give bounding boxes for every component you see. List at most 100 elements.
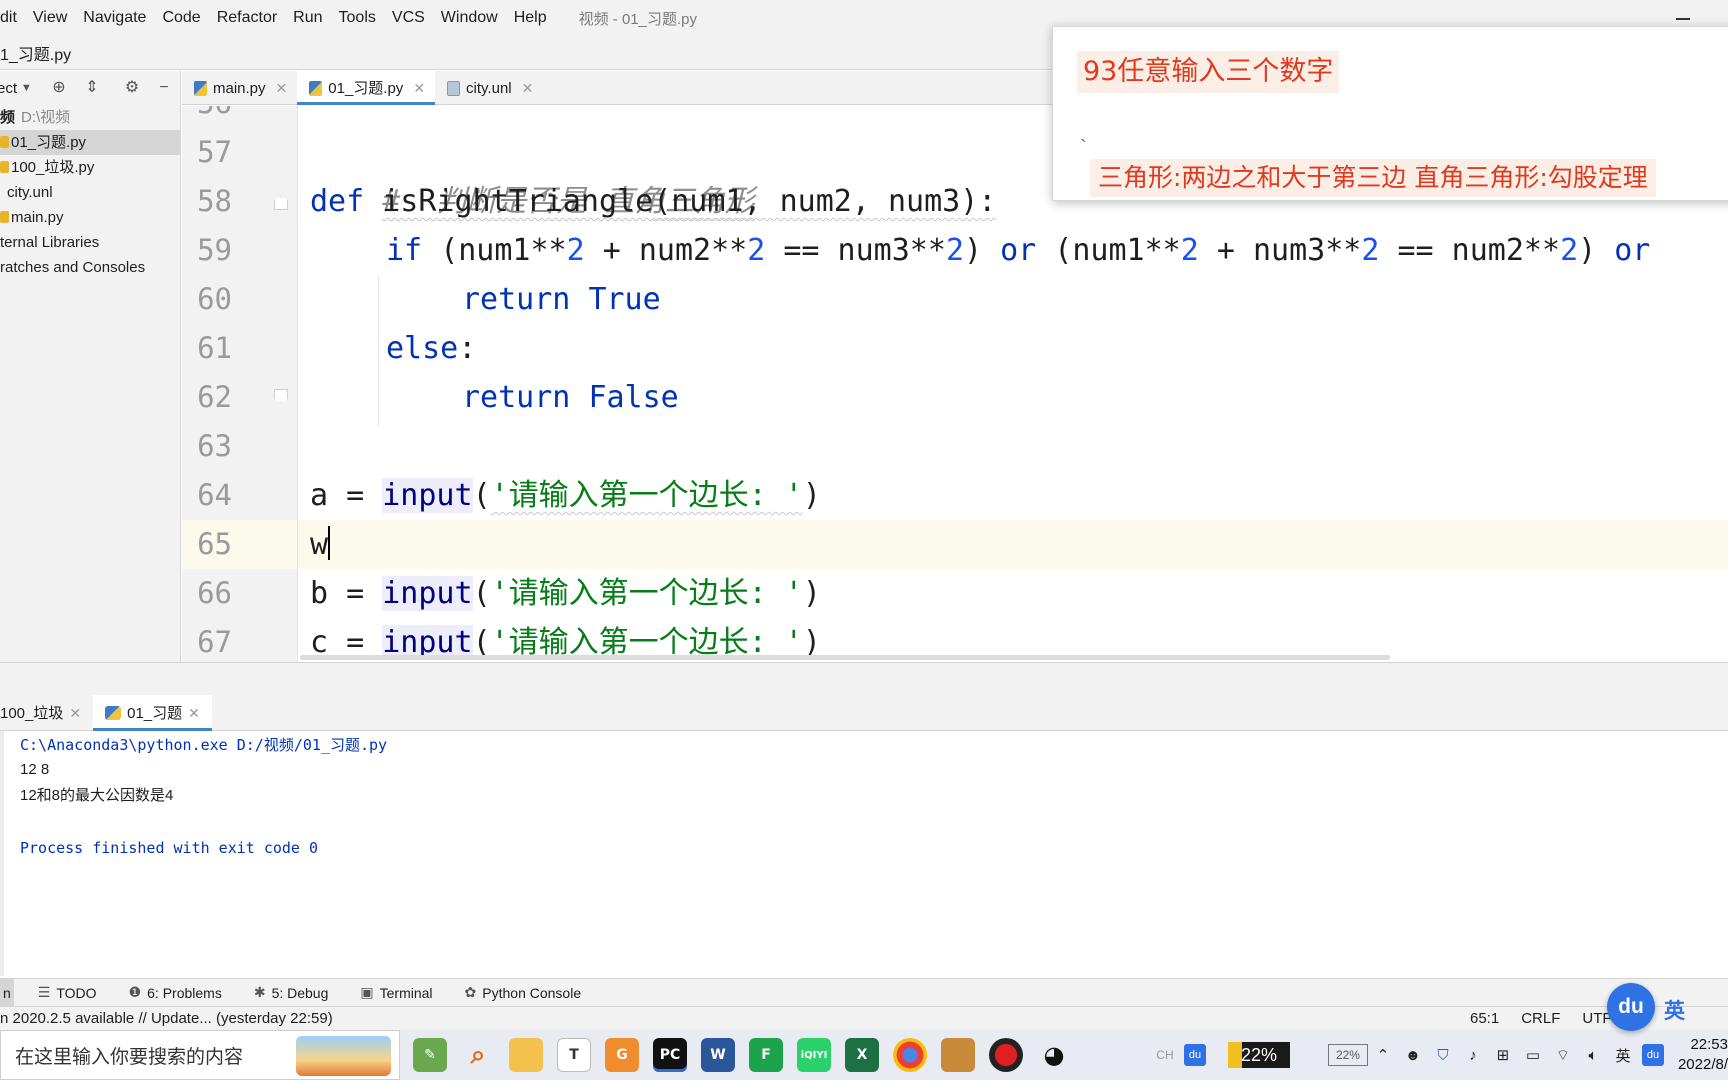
close-icon[interactable]: ✕	[188, 696, 200, 731]
record-app-icon[interactable]	[989, 1038, 1023, 1072]
word-app-icon[interactable]: W	[701, 1038, 735, 1072]
close-icon[interactable]: ✕	[522, 72, 534, 105]
code-text: :	[458, 331, 477, 366]
window-title: 视频 - 01_习题.py	[578, 10, 697, 28]
close-icon[interactable]: ✕	[276, 72, 288, 105]
project-view-selector[interactable]: ect	[0, 80, 17, 97]
chrome-app-icon[interactable]	[893, 1038, 927, 1072]
update-notification[interactable]: n 2020.2.5 available // Update... (yeste…	[0, 1007, 333, 1031]
code-text: )	[964, 233, 1001, 268]
battery-small-indicator[interactable]: 22%	[1327, 1044, 1368, 1066]
clock[interactable]: 22:53 2022/8/	[1678, 1035, 1728, 1075]
code-text: (	[472, 478, 491, 513]
menu-code[interactable]: Code	[154, 0, 208, 36]
microphone-icon[interactable]: ♪	[1462, 1044, 1484, 1066]
file-explorer-icon[interactable]	[509, 1038, 543, 1072]
tool-window-label: Terminal	[379, 984, 433, 1001]
code-builtin: input	[382, 576, 473, 611]
tool-window-terminal[interactable]: ▣ Terminal	[360, 984, 432, 1001]
battery-icon[interactable]: ▭	[1522, 1044, 1544, 1066]
iqiyi-app-icon[interactable]: iQIYI	[797, 1038, 831, 1072]
code-line-57: # 判断是否是 直角三角形	[310, 128, 754, 219]
run-console[interactable]: C:\Anaconda3\python.exe D:/视频/01_习题.py 1…	[0, 731, 1728, 976]
menu-view[interactable]: View	[25, 0, 75, 36]
console-command-line: C:\Anaconda3\python.exe D:/视频/01_习题.py	[20, 736, 388, 754]
line-number: 57	[197, 135, 232, 169]
menu-edit[interactable]: dit	[0, 0, 25, 36]
network-app-icon[interactable]: ⊞	[1492, 1044, 1514, 1066]
tool-window-todo[interactable]: ☰ TODO	[38, 984, 97, 1001]
tool-window-run[interactable]: n	[0, 978, 14, 1007]
wifi-icon[interactable]: ⌔	[1552, 1044, 1574, 1066]
pycharm-app-icon[interactable]: PC	[653, 1038, 687, 1072]
hide-icon[interactable]: −	[155, 79, 173, 97]
du-tray-icon[interactable]: du	[1183, 1044, 1206, 1066]
app-tray-icon[interactable]: ☻	[1402, 1044, 1424, 1066]
caret-position[interactable]: 65:1	[1470, 1007, 1499, 1031]
menu-tools[interactable]: Tools	[331, 0, 384, 36]
pdf-app-icon[interactable]: G	[605, 1038, 639, 1072]
menu-navigate[interactable]: Navigate	[75, 0, 154, 36]
tab-main-py[interactable]: main.py ✕	[182, 71, 297, 105]
menu-vcs[interactable]: VCS	[384, 0, 433, 36]
chevron-down-icon[interactable]: ▼	[21, 82, 32, 94]
tree-item-file[interactable]: 100_垃圾.py	[0, 155, 180, 180]
tab-01-xiti-py[interactable]: 01_习题.py ✕	[297, 71, 436, 105]
code-line-66: b = input('请输入第一个边长: ')	[310, 569, 821, 618]
run-tab-100-laji[interactable]: 100_垃圾 ✕	[0, 695, 93, 731]
tree-item-file[interactable]: city.unl	[0, 180, 180, 205]
menu-run[interactable]: Run	[285, 0, 330, 36]
code-line-58: def isRightTriangle(num1, num2, num3):	[310, 177, 996, 226]
volume-icon[interactable]: 🔈︎	[1582, 1044, 1604, 1066]
fold-marker-icon[interactable]	[274, 196, 288, 210]
close-icon[interactable]: ✕	[413, 72, 425, 105]
tree-item-file[interactable]: main.py	[0, 205, 180, 230]
chevron-up-icon[interactable]: ⌃	[1372, 1044, 1394, 1066]
taskbar-search-box[interactable]: 在这里输入你要搜索的内容	[0, 1030, 400, 1080]
close-icon[interactable]: ✕	[69, 696, 81, 731]
code-line-60: return True	[462, 275, 661, 324]
menu-window[interactable]: Window	[433, 0, 506, 36]
text-app-icon[interactable]: T	[557, 1038, 591, 1072]
tool-window-debug[interactable]: ✱ 5: Debug	[254, 984, 329, 1001]
ime-english-indicator[interactable]: 英	[1664, 995, 1685, 1025]
line-separator[interactable]: CRLF	[1521, 1007, 1560, 1031]
tree-item-external-libraries[interactable]: ternal Libraries	[0, 230, 180, 255]
problems-icon: ❶	[128, 984, 142, 1000]
tool-window-python-console[interactable]: ✿ Python Console	[465, 984, 582, 1001]
horizontal-scrollbar[interactable]	[300, 655, 1390, 660]
minimize-button[interactable]	[1676, 6, 1690, 26]
clock-date: 2022/8/	[1677, 1056, 1728, 1073]
code-keyword: return	[462, 282, 571, 317]
book-app-icon[interactable]	[941, 1038, 975, 1072]
tree-item-file[interactable]: 01_习题.py	[0, 130, 180, 155]
fold-marker-icon[interactable]	[274, 389, 288, 403]
panel-splitter[interactable]	[0, 662, 1728, 695]
tree-item-project-root[interactable]: 频 D:\视频	[0, 105, 180, 130]
ime-label[interactable]: CH	[1154, 1044, 1176, 1066]
qq-app-icon[interactable]: ◕	[1037, 1038, 1071, 1072]
du-tray-icon-2[interactable]: du	[1641, 1044, 1664, 1066]
menu-help[interactable]: Help	[506, 0, 555, 36]
tab-label: city.unl	[466, 79, 512, 97]
system-tray: CH du 22% 22% ⌃ ☻ ⛉ ♪ ⊞ ▭ ⌔ 🔈︎ 英 du 22:5…	[1150, 1030, 1728, 1080]
excel-app-icon[interactable]: X	[845, 1038, 879, 1072]
locate-icon[interactable]: ⊕	[50, 79, 68, 97]
ime-mode-indicator[interactable]: 英	[1612, 1044, 1634, 1066]
du-floating-button[interactable]: du	[1607, 983, 1655, 1031]
f-app-icon[interactable]: F	[749, 1038, 783, 1072]
tree-item-scratches[interactable]: ratches and Consoles	[0, 255, 180, 280]
python-file-icon	[0, 211, 9, 223]
search-app-icon[interactable]: ⌕	[461, 1038, 495, 1072]
battery-indicator[interactable]: 22%	[1227, 1042, 1290, 1068]
menu-refactor[interactable]: Refactor	[209, 0, 285, 36]
collapse-all-icon[interactable]: ⇕	[83, 79, 101, 97]
notepad-app-icon[interactable]: ✎	[413, 1038, 447, 1072]
code-text: a =	[310, 478, 383, 513]
gear-icon[interactable]: ⚙	[123, 79, 141, 97]
tool-window-problems[interactable]: ❶ 6: Problems	[129, 984, 222, 1001]
tab-city-unl[interactable]: city.unl ✕	[435, 71, 543, 105]
shield-icon[interactable]: ⛉	[1432, 1044, 1454, 1066]
breadcrumb[interactable]: 1_习题.py	[0, 41, 71, 65]
run-tab-01-xiti[interactable]: 01_习题 ✕	[93, 695, 212, 731]
